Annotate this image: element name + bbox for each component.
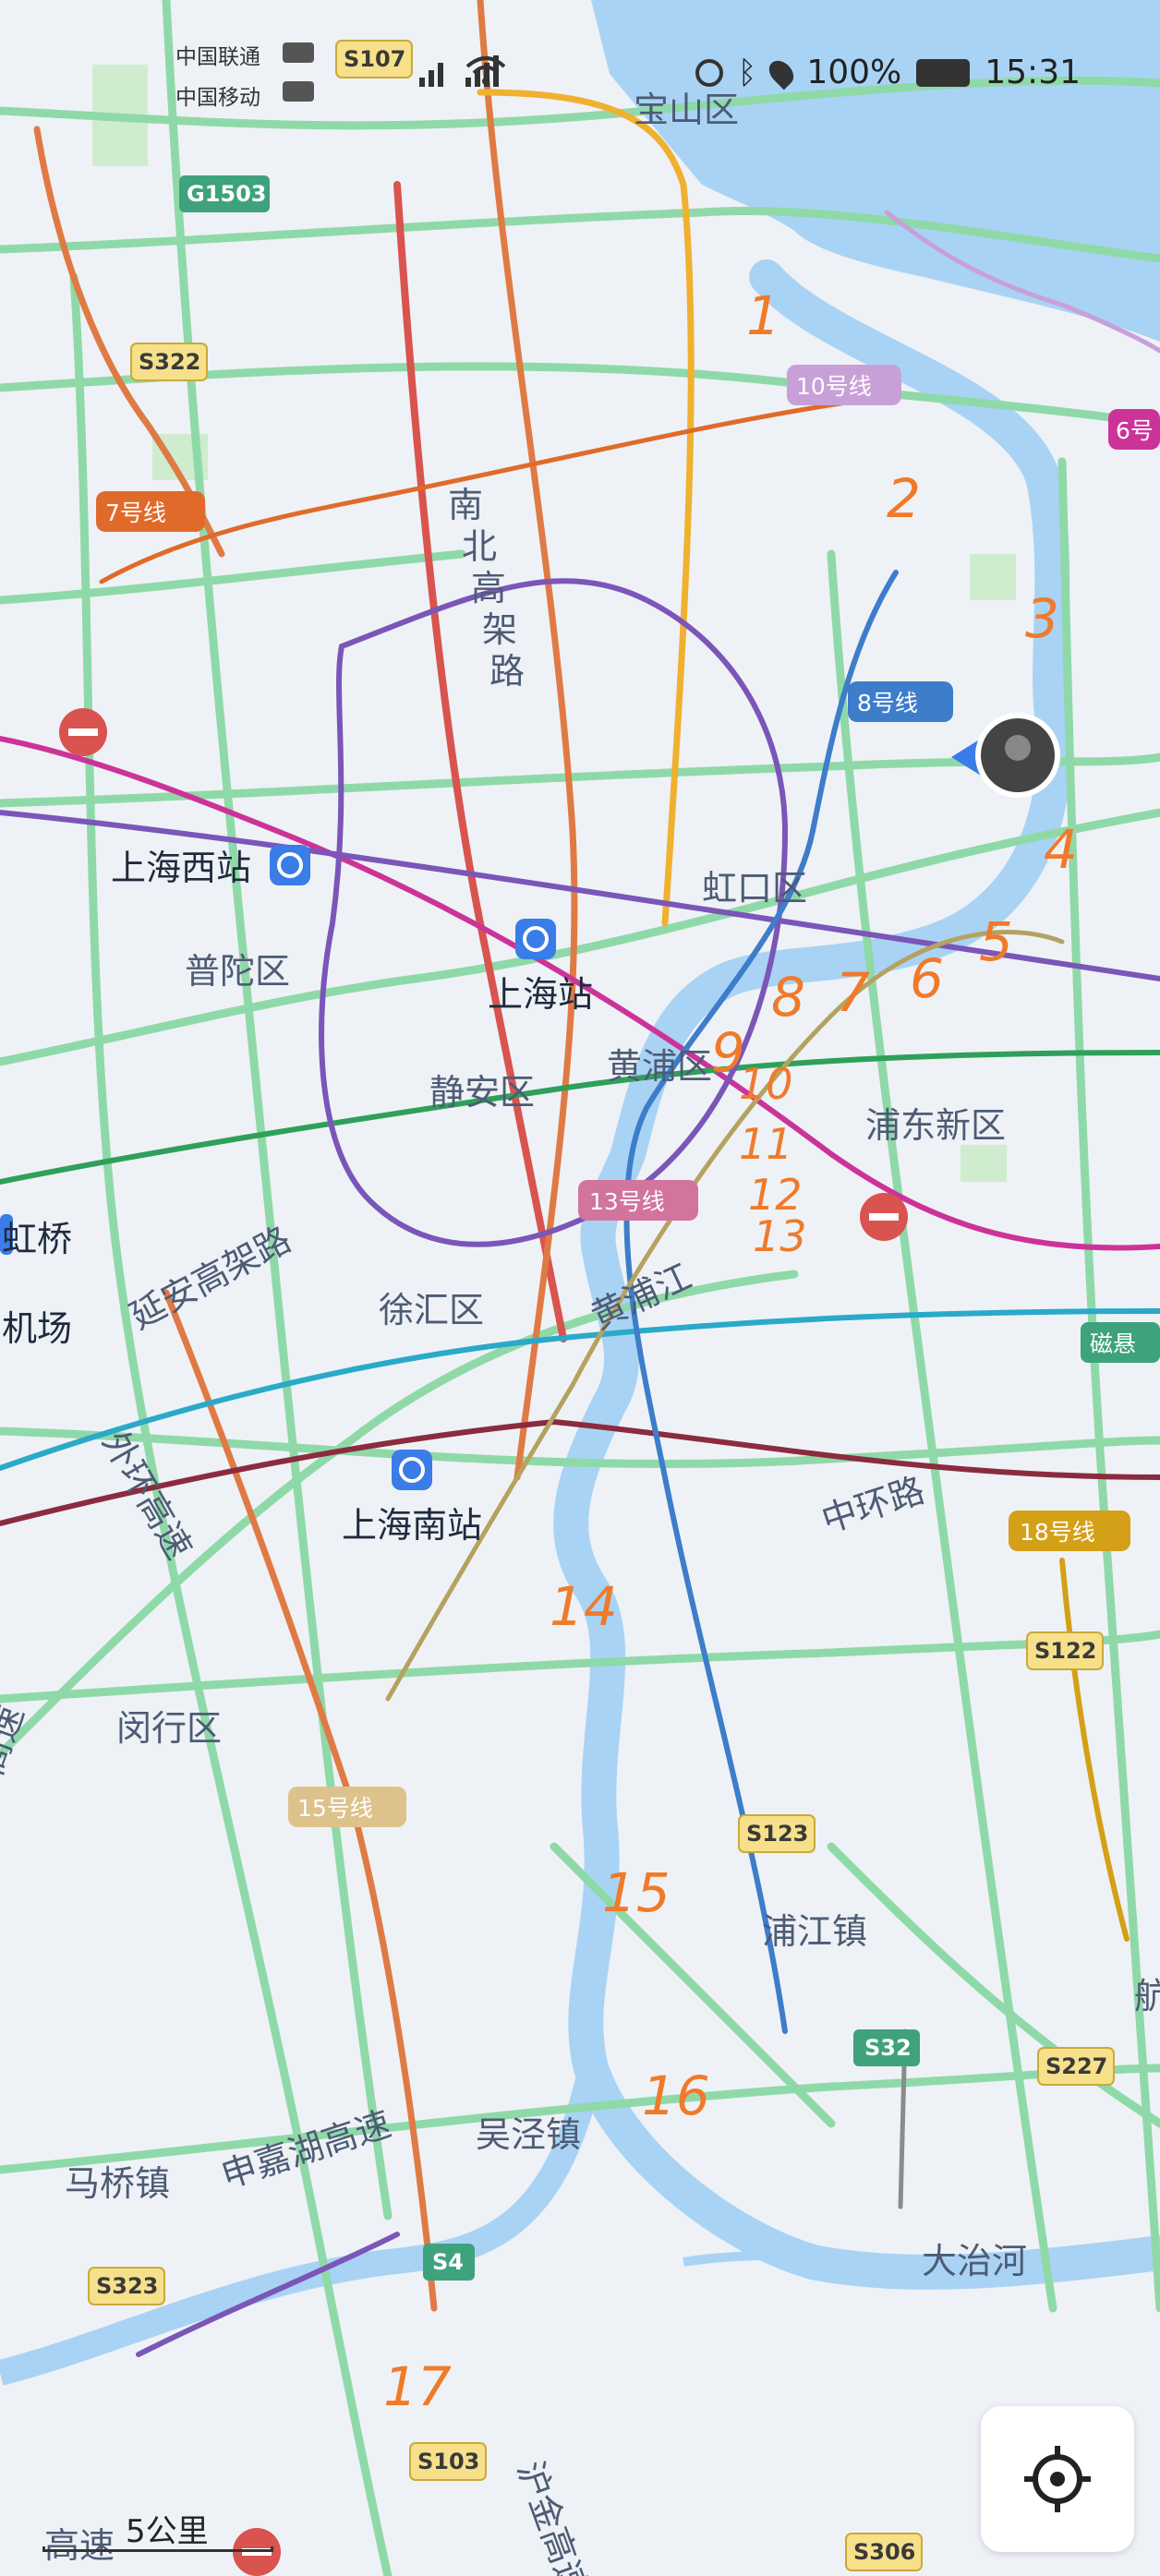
scale-label: 5公里	[126, 2513, 209, 2550]
battery-percent: 100%	[806, 54, 902, 91]
svg-text:S323: S323	[96, 2273, 158, 2299]
train-station-icon[interactable]	[392, 1450, 432, 1490]
annotation-8: 8	[771, 966, 805, 1029]
road-label-nanbei-5: 路	[489, 651, 525, 692]
annotation-16: 16	[642, 2064, 710, 2127]
carrier-label-1: 中国联通	[175, 45, 260, 69]
highway-shield-s306: S306	[845, 2533, 923, 2571]
district-label-xuhui: 徐汇区	[379, 1290, 484, 1330]
park-area	[961, 1145, 1007, 1182]
svg-text:18号线: 18号线	[1020, 1519, 1095, 1546]
svg-text:S32: S32	[864, 2035, 912, 2061]
status-right-group: ᛒ 100% 15:31	[695, 54, 1081, 91]
highway-shield-s227: S227	[1037, 2047, 1115, 2086]
station-label-hongqiao-2: 机场	[2, 1308, 72, 1349]
station-label-hongqiao-1: 虹桥	[2, 1219, 72, 1259]
district-label-jingan: 静安区	[429, 1072, 535, 1113]
map-canvas[interactable]: 宝山区 虹口区 普陀区 静安区 黄浦区 浦东新区 徐汇区 闵行区 上海西站 上海…	[0, 0, 1160, 2576]
annotation-1: 1	[746, 284, 780, 347]
annotation-6: 6	[910, 947, 944, 1010]
svg-text:S123: S123	[746, 1821, 808, 1847]
district-label-putuo: 普陀区	[185, 951, 290, 992]
park-area	[970, 554, 1016, 600]
bluetooth-icon: ᛒ	[737, 54, 757, 91]
locate-me-button[interactable]	[981, 2406, 1134, 2552]
station-label-shanghai-west: 上海西站	[111, 848, 251, 888]
district-label-huangpu: 黄浦区	[607, 1046, 712, 1087]
highway-shield-g1503: G1503	[179, 175, 270, 212]
battery-icon	[916, 58, 971, 87]
road-label-nanbei-2: 北	[462, 526, 497, 567]
metro-badge-line8: 8号线	[848, 681, 953, 722]
annotation-10: 10	[739, 1059, 793, 1109]
location-pin-icon	[764, 55, 799, 90]
svg-text:磁悬: 磁悬	[1090, 1330, 1136, 1357]
maglev-label: 磁悬	[1081, 1322, 1160, 1363]
svg-text:S227: S227	[1045, 2053, 1107, 2079]
train-station-icon[interactable]	[270, 845, 310, 885]
road-label-nanbei-3: 高	[471, 568, 506, 608]
svg-text:8号线: 8号线	[857, 690, 918, 716]
highway-shield-s4: S4	[423, 2244, 475, 2281]
highway-shield-s323: S323	[88, 2267, 165, 2305]
station-label-shanghai-south: 上海南站	[342, 1505, 482, 1546]
svg-text:G1503: G1503	[187, 181, 267, 207]
road-label-nanbei-1: 南	[448, 485, 483, 525]
svg-text:15号线: 15号线	[297, 1795, 373, 1822]
svg-text:7号线: 7号线	[105, 500, 166, 526]
alarm-icon	[695, 58, 723, 87]
train-station-icon[interactable]	[515, 919, 556, 959]
metro-badge-line13: 13号线	[578, 1180, 698, 1221]
annotation-17: 17	[383, 2355, 452, 2418]
metro-badge-line18: 18号线	[1009, 1511, 1130, 1551]
road-label-nanbei-4: 架	[482, 609, 517, 650]
svg-text:10号线: 10号线	[796, 373, 872, 400]
svg-text:S306: S306	[853, 2539, 915, 2565]
highway-shield-s123: S123	[738, 1814, 816, 1853]
hd-icon	[283, 81, 314, 102]
annotation-7: 7	[836, 961, 870, 1024]
metro-badge-line15: 15号线	[288, 1787, 406, 1827]
annotation-5: 5	[979, 910, 1013, 973]
scale-bar: 5公里	[42, 2511, 273, 2552]
svg-text:S122: S122	[1034, 1638, 1096, 1664]
district-label-pudong: 浦东新区	[865, 1105, 1006, 1146]
annotation-4: 4	[1044, 818, 1078, 881]
annotation-11: 11	[739, 1119, 793, 1169]
scale-ruler	[42, 2546, 273, 2552]
svg-text:6号: 6号	[1116, 417, 1154, 444]
town-label-wujing: 吴泾镇	[476, 2114, 581, 2155]
road-label-hang: 航头	[1134, 1976, 1160, 2016]
svg-text:S322: S322	[139, 349, 200, 375]
highway-shield-s103: S103	[409, 2442, 487, 2481]
road-closure-icon[interactable]	[860, 1193, 908, 1241]
clock-time: 15:31	[985, 54, 1081, 91]
annotation-13: 13	[753, 1211, 807, 1261]
district-label-hongkou: 虹口区	[702, 868, 807, 909]
metro-badge-line7: 7号线	[96, 491, 205, 532]
metro-badge-line6: 6号	[1108, 409, 1160, 450]
svg-text:13号线: 13号线	[589, 1188, 665, 1215]
district-label-minhang: 闵行区	[116, 1708, 222, 1749]
annotation-15: 15	[602, 1861, 671, 1924]
highway-shield-s122: S122	[1026, 1631, 1104, 1670]
road-closure-icon[interactable]	[59, 708, 107, 756]
annotation-3: 3	[1025, 587, 1059, 650]
highway-shield-s322: S322	[130, 343, 208, 381]
hd-icon	[283, 42, 314, 63]
wifi-icon	[464, 52, 508, 92]
river-label-dazhi: 大治河	[922, 2241, 1027, 2281]
station-label-shanghai: 上海站	[488, 974, 593, 1015]
status-bar: 中国联通 中国移动 ᛒ 100% 15:31	[0, 0, 1160, 148]
town-label-pujiang: 浦江镇	[762, 1911, 867, 1952]
annotation-14: 14	[550, 1575, 618, 1638]
metro-badge-line10: 10号线	[787, 365, 901, 405]
annotation-2: 2	[887, 467, 921, 530]
town-label-maqiao: 马桥镇	[65, 2163, 170, 2204]
crosshair-icon	[1024, 2446, 1091, 2512]
svg-text:S103: S103	[417, 2449, 479, 2474]
highway-shield-s32: S32	[853, 2029, 920, 2066]
carrier-label-2: 中国移动	[175, 86, 260, 110]
svg-text:S4: S4	[432, 2249, 464, 2275]
